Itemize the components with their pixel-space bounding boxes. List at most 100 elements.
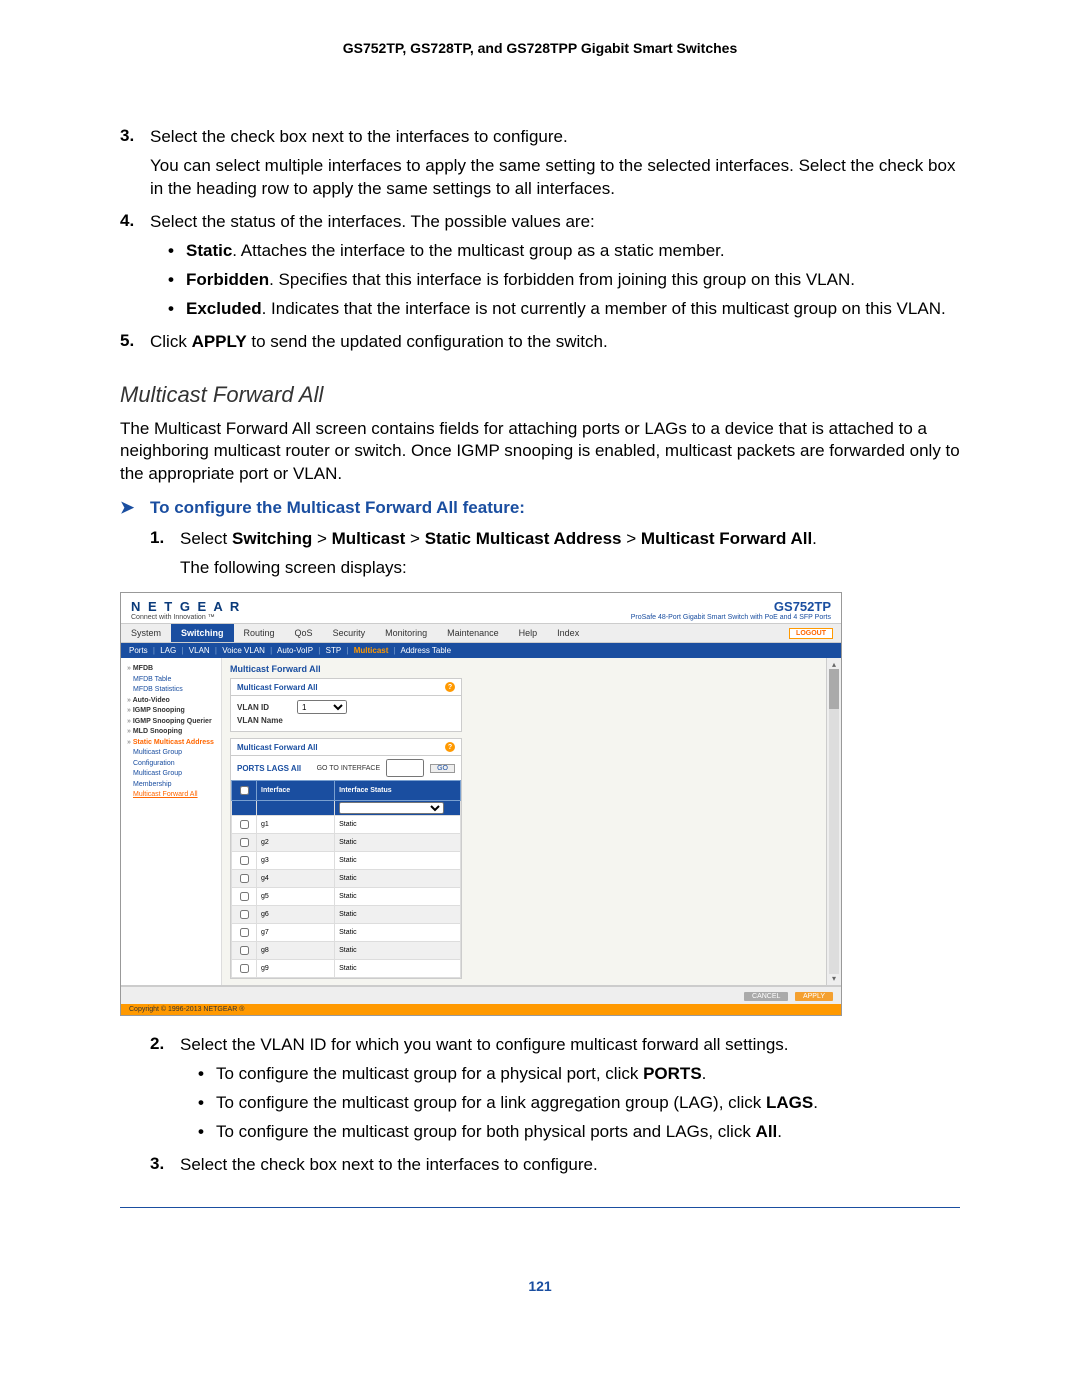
row-checkbox[interactable] <box>240 874 249 883</box>
step-subpara: The following screen displays: <box>180 557 960 580</box>
subnav-item[interactable]: VLAN <box>189 646 210 655</box>
bullet-dot: • <box>168 240 186 263</box>
scrollbar[interactable]: ▴ ▾ <box>826 658 841 985</box>
help-icon[interactable]: ? <box>445 682 455 692</box>
row-checkbox[interactable] <box>240 964 249 973</box>
cell-status: Static <box>335 924 461 942</box>
vlan-id-select[interactable]: 1 <box>297 700 347 714</box>
netgear-tagline: Connect with Innovation ™ <box>131 614 241 621</box>
sidebar-item-mfa[interactable]: Multicast Forward All <box>127 790 217 801</box>
cell-status: Static <box>335 906 461 924</box>
nav-part: Multicast Forward All <box>641 529 812 548</box>
tab-routing[interactable]: Routing <box>234 624 285 642</box>
subnav-item-active[interactable]: Multicast <box>354 646 389 655</box>
sidebar-item-auto-video[interactable]: Auto-Video <box>127 696 217 707</box>
scroll-thumb[interactable] <box>829 669 839 709</box>
bullet-body: Static. Attaches the interface to the mu… <box>186 240 960 263</box>
go-to-interface-label: GO TO INTERFACE <box>317 765 381 772</box>
sidebar-item-mfdb[interactable]: MFDB <box>127 664 217 675</box>
bullet-bold: All <box>756 1122 778 1141</box>
col-interface-status: Interface Status <box>335 781 461 801</box>
tab-help[interactable]: Help <box>509 624 548 642</box>
cell-if: g3 <box>257 852 335 870</box>
bullet-pre: To configure the multicast group for bot… <box>216 1122 756 1141</box>
apply-button[interactable]: APPLY <box>795 992 833 1001</box>
tab-monitoring[interactable]: Monitoring <box>375 624 437 642</box>
row-checkbox[interactable] <box>240 856 249 865</box>
logout-button[interactable]: LOGOUT <box>789 628 833 639</box>
nav-part: Switching <box>232 529 312 548</box>
cell-if: g9 <box>257 960 335 978</box>
bullet-pre: To configure the multicast group for a l… <box>216 1093 766 1112</box>
step-text: Select the check box next to the interfa… <box>150 127 568 146</box>
row-checkbox[interactable] <box>240 946 249 955</box>
device-model: GS752TP <box>631 599 831 614</box>
ports-lags-all[interactable]: PORTS LAGS All <box>237 764 301 773</box>
row-checkbox[interactable] <box>240 820 249 829</box>
status-select[interactable] <box>339 802 444 814</box>
go-button[interactable]: GO <box>430 764 455 773</box>
cancel-button[interactable]: CANCEL <box>744 992 788 1001</box>
bullet-post: . <box>702 1064 707 1083</box>
sidebar-item-mfdb-table[interactable]: MFDB Table <box>127 675 217 686</box>
panel-title: Multicast Forward All <box>230 664 818 674</box>
bullet-strong: Forbidden <box>186 270 269 289</box>
cell-status: Static <box>335 852 461 870</box>
bullet-body: To configure the multicast group for a p… <box>216 1063 960 1086</box>
subnav-item[interactable]: Auto-VoIP <box>277 646 313 655</box>
scroll-down-icon[interactable]: ▾ <box>832 974 836 983</box>
subnav-item[interactable]: Address Table <box>400 646 451 655</box>
proc-arrow-icon: ➤ <box>120 498 150 518</box>
sidebar-item-mfdb-stats[interactable]: MFDB Statistics <box>127 685 217 696</box>
tab-maintenance[interactable]: Maintenance <box>437 624 509 642</box>
tab-qos[interactable]: QoS <box>285 624 323 642</box>
row-checkbox[interactable] <box>240 892 249 901</box>
bullet-bold: LAGS <box>766 1093 813 1112</box>
footer-rule <box>120 1207 960 1208</box>
step-pre: Click <box>150 332 192 351</box>
subnav-item[interactable]: LAG <box>160 646 176 655</box>
sidebar-item-mgm[interactable]: Multicast Group Membership <box>127 769 217 790</box>
bullet-body: To configure the multicast group for a l… <box>216 1092 960 1115</box>
sidebar-item-mld-snoop[interactable]: MLD Snooping <box>127 727 217 738</box>
subnav-item[interactable]: Voice VLAN <box>222 646 265 655</box>
row-checkbox[interactable] <box>240 928 249 937</box>
cell-if: g7 <box>257 924 335 942</box>
subnav-item[interactable]: STP <box>326 646 342 655</box>
step-text: Select the check box next to the interfa… <box>180 1155 598 1174</box>
select-all-checkbox[interactable] <box>240 786 249 795</box>
step-body: Select Switching > Multicast > Static Mu… <box>180 528 960 580</box>
tab-index[interactable]: Index <box>547 624 589 642</box>
step-body: Click APPLY to send the updated configur… <box>150 331 960 354</box>
bullet-dot: • <box>198 1092 216 1115</box>
step-text: Select the status of the interfaces. The… <box>150 212 595 231</box>
cell-if: g4 <box>257 870 335 888</box>
bullet-body: To configure the multicast group for bot… <box>216 1121 960 1144</box>
step-num: 3. <box>150 1154 180 1177</box>
cell-status: Static <box>335 834 461 852</box>
row-checkbox[interactable] <box>240 910 249 919</box>
tab-security[interactable]: Security <box>323 624 376 642</box>
sidebar-item-igmp-snoop[interactable]: IGMP Snooping <box>127 706 217 717</box>
subnav-item[interactable]: Ports <box>129 646 148 655</box>
go-to-interface-input[interactable] <box>386 759 424 777</box>
device-model-sub: ProSafe 48-Port Gigabit Smart Switch wit… <box>631 614 831 621</box>
tab-system[interactable]: System <box>121 624 171 642</box>
step-bold: APPLY <box>192 332 247 351</box>
sidebar-item-igmp-querier[interactable]: IGMP Snooping Querier <box>127 717 217 728</box>
col-interface: Interface <box>257 781 335 801</box>
sidebar-item-mgc[interactable]: Multicast Group Configuration <box>127 748 217 769</box>
sidebar-item-static-multicast[interactable]: Static Multicast Address <box>127 738 217 749</box>
help-icon[interactable]: ? <box>445 742 455 752</box>
bullet-rest: . Indicates that the interface is not cu… <box>262 299 946 318</box>
row-checkbox[interactable] <box>240 838 249 847</box>
nav-part: Static Multicast Address <box>425 529 622 548</box>
tab-switching[interactable]: Switching <box>171 624 234 642</box>
step-pre: Select <box>180 529 232 548</box>
bullet-body: Forbidden. Specifies that this interface… <box>186 269 960 292</box>
scroll-up-icon[interactable]: ▴ <box>832 660 836 669</box>
cell-if: g2 <box>257 834 335 852</box>
section-paragraph: The Multicast Forward All screen contain… <box>120 418 960 487</box>
cell-if: g6 <box>257 906 335 924</box>
step-subpara: You can select multiple interfaces to ap… <box>150 155 960 201</box>
